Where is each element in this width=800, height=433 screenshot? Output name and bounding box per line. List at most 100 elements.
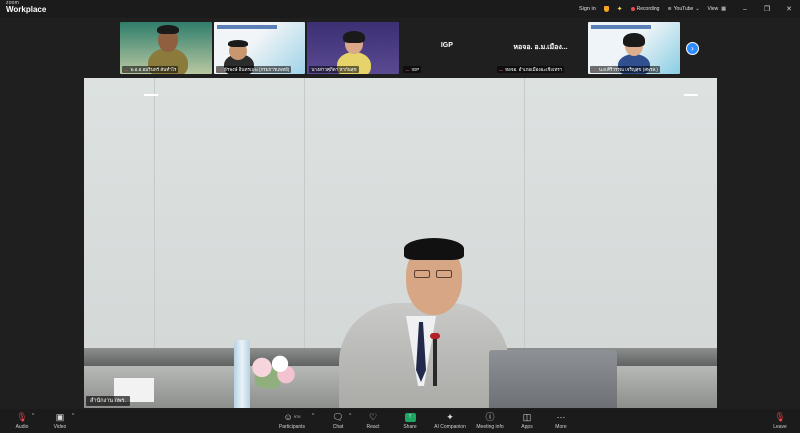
view-button[interactable]: View ▦	[708, 6, 726, 12]
meeting-info-button[interactable]: ⓘ Meeting info	[470, 411, 510, 430]
info-icon: ⓘ	[485, 412, 495, 422]
participant-hair	[227, 40, 248, 47]
board-seam	[524, 78, 525, 348]
ai-companion-label: AI Companion	[434, 424, 466, 430]
audio-options-caret-icon[interactable]: ^	[32, 413, 34, 419]
youtube-label: YouTube	[673, 6, 694, 12]
security-shield-icon[interactable]	[603, 6, 609, 12]
participant-tile[interactable]: ⚊ น.ส.ศิริวรรณ เจริญสุข (สพรส.)	[588, 22, 681, 74]
participant-hair	[157, 25, 179, 34]
chat-label: Chat	[332, 424, 344, 430]
chat-bubble-icon: 🗨	[332, 412, 344, 422]
title-bar: zoom Workplace Sign in ✦ Recording ≋ YouT…	[0, 0, 800, 18]
more-button[interactable]: ⋯ More	[541, 411, 581, 430]
next-page-arrow-icon[interactable]: ›	[686, 42, 699, 55]
react-label: React	[366, 424, 380, 430]
heart-icon: ♡	[368, 412, 378, 422]
org-banner	[216, 25, 277, 29]
apps-label: Apps	[521, 424, 533, 430]
active-speaker-video[interactable]: สำนักงาน กพร.	[84, 78, 717, 408]
participant-tile[interactable]: ⚊ ธีรพงษ์ อินทรเมฆ (กรมการแพทย์)	[213, 22, 306, 74]
broadcast-icon: ≋	[667, 6, 672, 12]
leave-label: Leave	[773, 424, 787, 430]
participant-name: น.ส.ศิริวรรณ เจริญสุข (สพรส.)	[598, 67, 658, 72]
participant-name-tag: ⚊ น.ส.ศิริวรรณ เจริญสุข (สพรส.)	[590, 66, 660, 73]
mic-muted-icon: 🎙	[774, 412, 786, 422]
participant-tile[interactable]: นางสาวศุภิดา หากันสุข	[307, 22, 400, 74]
chat-button[interactable]: 🗨 Chat	[318, 411, 358, 430]
participants-options-caret-icon[interactable]: ^	[312, 413, 314, 419]
speaker-hair	[404, 238, 464, 260]
share-button[interactable]: ↑ Share	[390, 411, 430, 430]
mic-muted-icon: 🎙	[16, 412, 28, 422]
sign-in-link[interactable]: Sign in	[579, 6, 596, 12]
minimize-button[interactable]: –	[734, 6, 756, 13]
desk-microphone	[433, 336, 437, 386]
view-label: View	[707, 6, 719, 12]
participant-hair	[343, 31, 366, 43]
share-screen-icon: ↑	[404, 411, 416, 423]
recording-label: Recording	[636, 6, 660, 12]
camera-icon: ▣	[55, 412, 65, 422]
youtube-live-button[interactable]: ≋ YouTube ⌄	[667, 6, 699, 12]
participant-display-name: หอจอ. อ.ม.เมือง...	[513, 44, 568, 51]
speaker-name: สำนักงาน กพร.	[90, 398, 127, 404]
participant-tile[interactable]: หอจอ. อ.ม.เมือง... ⚊ หอจอ. อำเภอเมืองฉะเช…	[494, 22, 587, 74]
ai-sparkle-icon: ✦	[446, 412, 454, 422]
ceiling-light	[684, 94, 698, 96]
restore-button[interactable]: ❐	[756, 5, 778, 13]
participant-name: พ.อ.อ.อมรินทร์ สันทำไร	[130, 67, 177, 72]
flower-arrangement	[244, 353, 304, 389]
apps-icon: ◫	[522, 412, 532, 422]
meeting-info-label: Meeting info	[476, 424, 504, 430]
zoom-logo: zoom Workplace	[6, 1, 46, 14]
audio-button[interactable]: 🎙 Audio	[2, 411, 42, 430]
participants-icon: ☺ 976	[283, 412, 301, 422]
more-dots-icon: ⋯	[556, 412, 566, 422]
microphone-head	[430, 333, 440, 339]
close-window-button[interactable]: ✕	[778, 5, 800, 13]
title-bar-controls: Sign in ✦ Recording ≋ YouTube ⌄ View ▦ – ❐ …	[579, 0, 800, 18]
leave-button[interactable]: 🎙 Leave	[760, 411, 800, 430]
chat-options-caret-icon[interactable]: ^	[349, 413, 351, 419]
participant-name: ธีรพงษ์ อินทรเมฆ (กรมการแพทย์)	[224, 67, 290, 72]
share-label: Share	[403, 424, 417, 430]
participant-name-tag: ⚊ พ.อ.อ.อมรินทร์ สันทำไร	[122, 66, 179, 73]
participant-display-name: IGP	[440, 42, 453, 49]
participant-tile[interactable]: IGP ⚊ IGP	[401, 22, 493, 74]
participant-name-tag: นางสาวศุภิดา หากันสุข	[309, 66, 359, 73]
zoom-meeting-window: zoom Workplace Sign in ✦ Recording ≋ YouT…	[0, 0, 800, 433]
board-seam	[304, 78, 305, 348]
speaker-glasses	[414, 270, 430, 278]
audio-label: Audio	[15, 424, 29, 430]
brand-name: Workplace	[6, 5, 47, 14]
participant-count: 976	[293, 414, 301, 419]
mic-muted-icon: ⚊	[405, 66, 410, 73]
participant-name-tag: ⚊ หอจอ. อำเภอเมืองฉะเชิงเทรา	[496, 66, 565, 73]
participant-tile[interactable]: ⚊ พ.อ.อ.อมรินทร์ สันทำไร	[120, 22, 212, 74]
grid-view-icon: ▦	[721, 6, 726, 12]
meeting-controls-toolbar: 🎙 Audio ^ ▣ Video ^ ☺ 976 Participants ^ …	[0, 409, 800, 433]
laptop	[489, 350, 617, 408]
ai-companion-button[interactable]: ✦ AI Companion	[430, 411, 470, 430]
ai-sparkle-icon[interactable]: ✦	[617, 5, 623, 13]
participant-name-tag: ⚊ ธีรพงษ์ อินทรเมฆ (กรมการแพทย์)	[215, 66, 292, 73]
speaker-name-tag: สำนักงาน กพร.	[86, 396, 131, 406]
participant-thumbnail-strip: ⚊ พ.อ.อ.อมรินทร์ สันทำไร ⚊ ธีรพงษ์ อินทรเม…	[120, 22, 681, 74]
participant-name: หอจอ. อำเภอเมืองฉะเชิงเทรา	[505, 67, 563, 72]
video-label: Video	[53, 424, 67, 430]
participant-name: IGP	[411, 67, 420, 72]
participants-label: Participants	[278, 424, 306, 430]
recording-dot-icon	[630, 7, 635, 11]
mic-muted-icon: ⚊	[498, 66, 504, 73]
video-options-caret-icon[interactable]: ^	[72, 413, 74, 419]
speaker-glasses	[436, 270, 452, 278]
participant-name-tag: ⚊ IGP	[403, 66, 422, 73]
participant-name: นางสาวศุภิดา หากันสุข	[311, 67, 357, 72]
recording-indicator[interactable]: Recording	[630, 6, 660, 12]
participants-button[interactable]: ☺ 976 Participants	[272, 411, 312, 430]
mic-muted-icon: ⚊	[592, 66, 597, 73]
react-button[interactable]: ♡ React	[353, 411, 393, 430]
mic-muted-icon: ⚊	[124, 66, 129, 73]
more-label: More	[555, 424, 567, 430]
